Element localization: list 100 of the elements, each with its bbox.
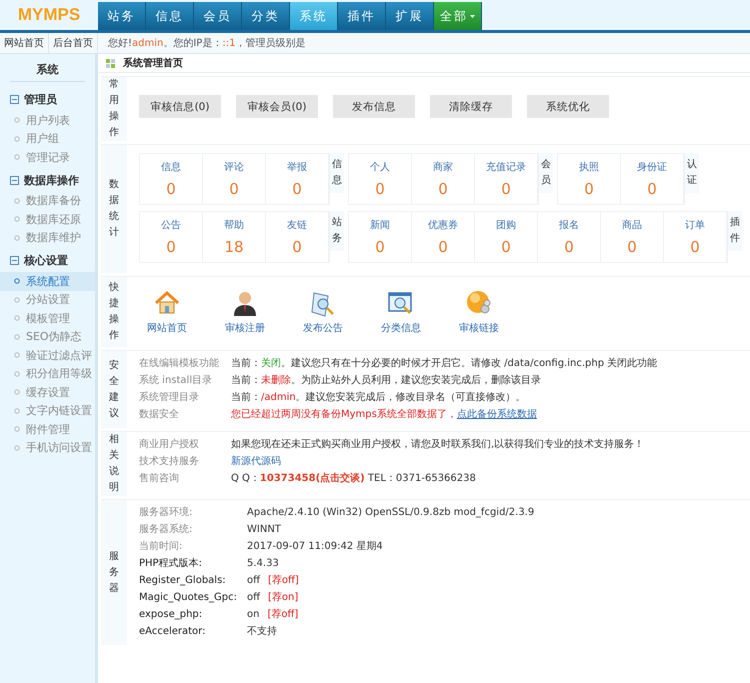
row-value: 当前：未删除。为防止站外人员利用，建议您安装完成后，删除该目录 [231, 374, 541, 388]
stat-value: 0 [501, 238, 511, 256]
row-text: 您已经超过两周没有备份Mymps系统全部数据了， [231, 409, 457, 420]
row-label: Register_Globals: [139, 574, 227, 588]
bullet-icon [14, 408, 20, 414]
row-value: 当前：关闭。建议您只有在十分必要的时候才开启它。请修改 /data/config.inc.php 关闭此功能 [231, 357, 658, 371]
action-button[interactable]: 系统优化 [527, 95, 609, 118]
stat-cell[interactable]: 举报 0 [266, 154, 329, 204]
stat-cell[interactable]: 友链 0 [266, 212, 329, 262]
shortcut-link[interactable]: 发布公告 [303, 289, 343, 335]
backup-link[interactable]: 点此备份系统数据 [456, 409, 537, 420]
row-label: 当前时间: [139, 540, 184, 554]
stat-cell[interactable]: 个人 0 [349, 154, 412, 204]
row-label: 服务器系统: [139, 523, 194, 537]
stat-name: 报名 [559, 218, 579, 232]
stat-value: 0 [292, 238, 302, 256]
sidebar-item[interactable]: 数据库维护 [0, 228, 95, 247]
stat-cell[interactable]: 信息 0 [140, 154, 203, 204]
stat-cell[interactable]: 报名 0 [538, 212, 601, 262]
nav-tab[interactable]: 站务 [98, 2, 146, 30]
sidebar-item[interactable]: SEO伪静态 [0, 328, 95, 346]
person-icon [231, 289, 259, 317]
shortcut-link[interactable]: 分类信息 [381, 289, 421, 335]
row-value: off [荐off] [247, 574, 299, 588]
stat-name: 个人 [370, 161, 390, 174]
stat-name: 新闻 [370, 218, 390, 232]
bullet-icon [14, 389, 20, 396]
stat-cell[interactable]: 帮助 18 [203, 212, 266, 262]
action-button[interactable]: 审核会员(0) [236, 95, 318, 118]
stat-name: 充值记录 [486, 160, 526, 174]
row-label: 系统 install目录 [139, 374, 214, 388]
stat-value: 0 [501, 180, 511, 198]
shortcut-link[interactable]: 网站首页 [147, 289, 187, 335]
stat-cell[interactable]: 公告 0 [140, 212, 203, 262]
bullet-icon [14, 296, 20, 303]
bullet-icon [14, 334, 20, 340]
sidebar-item[interactable]: 数据库备份 [0, 192, 95, 210]
stat-cell[interactable]: 身份证 0 [621, 154, 684, 204]
sidebar-item[interactable]: 管理记录 [0, 148, 95, 166]
stat-name: 订单 [685, 218, 705, 232]
action-button[interactable]: 审核信息(0) [139, 95, 221, 118]
row-label: 售前咨询 [139, 472, 180, 486]
stat-cell[interactable]: 执照 0 [558, 154, 621, 204]
sidebar-item[interactable]: 附件管理 [0, 420, 95, 438]
stat-cell[interactable]: 新闻 0 [349, 212, 412, 262]
stat-value: 0 [438, 238, 448, 256]
sidebar-item[interactable]: 分站设置 [0, 290, 95, 309]
stat-cell[interactable]: 商家 0 [412, 154, 475, 204]
stat-value: 18 [224, 238, 244, 256]
sidebar-item[interactable]: 用户组 [0, 130, 95, 148]
stat-cell[interactable]: 充值记录 0 [475, 154, 538, 204]
quick-link[interactable]: 网站首页 [0, 33, 49, 53]
sidebar-item[interactable]: 验证过滤点评 [0, 346, 95, 364]
stat-value: 0 [627, 238, 637, 256]
stat-value: 0 [292, 180, 302, 198]
bullet-icon [14, 198, 20, 204]
nav-tab[interactable]: 会员 [194, 2, 242, 30]
sidebar-item[interactable]: 模板管理 [0, 309, 95, 328]
stat-cell[interactable]: 评论 0 [203, 154, 266, 204]
nav-tab[interactable]: 插件 [338, 2, 386, 30]
action-button[interactable]: 发布信息 [333, 95, 415, 118]
nav-tab[interactable]: 全部 [434, 2, 482, 30]
bullet-icon [14, 216, 20, 222]
stat-cell[interactable]: 团购 0 [475, 212, 538, 262]
stat-name: 评论 [224, 161, 244, 174]
row-value: WINNT [247, 523, 281, 537]
sidebar-group[interactable]: 管理员 [24, 92, 57, 107]
stat-group-label: 插件 [728, 211, 742, 251]
nav-tab[interactable]: 信息 [146, 2, 194, 30]
shortcut-link[interactable]: 审核链接 [459, 289, 499, 335]
nav-tab[interactable]: 扩展 [386, 2, 434, 30]
nav-tab[interactable]: 分类 [242, 2, 290, 30]
sidebar-title: 系统 [10, 58, 85, 82]
page-title: 系统管理首页 [123, 56, 183, 70]
stat-cell[interactable]: 商品 0 [601, 212, 664, 262]
bullet-icon [14, 117, 20, 124]
stat-value: 0 [647, 180, 657, 198]
sidebar-item[interactable]: 文字内链设置 [0, 402, 95, 420]
sidebar-group[interactable]: 数据库操作 [24, 172, 79, 188]
greeting-text: 您好!admin。您的IP是：::1，管理员级别是 [107, 37, 306, 50]
stat-cell[interactable]: 订单 0 [664, 212, 727, 262]
sidebar-item[interactable]: 缓存设置 [0, 383, 95, 402]
support-link[interactable]: 新源代源码 [231, 456, 281, 467]
stat-value: 0 [564, 238, 574, 256]
quick-link[interactable]: 后台首页 [49, 33, 98, 53]
shortcut-link[interactable]: 审核注册 [225, 289, 265, 335]
row-label: 服务器环境: [139, 506, 194, 520]
sidebar-item[interactable]: 手机访问设置 [0, 438, 95, 457]
row-value: 如果您现在还未正式购买商业用户授权，请您及时联系我们,以获得我们专业的技术支持服务！ [231, 438, 644, 452]
sidebar-item[interactable]: 系统配置 [0, 272, 95, 290]
sidebar-item[interactable]: 用户列表 [0, 111, 95, 130]
stat-cell[interactable]: 优惠券 0 [412, 212, 475, 262]
action-button[interactable]: 清除缓存 [430, 95, 512, 118]
sidebar-item[interactable]: 数据库还原 [0, 210, 95, 228]
stat-group-label: 认证 [685, 153, 699, 193]
row-value: Q Q：10373458(点击交谈) TEL：0371-65366238 [231, 472, 476, 486]
stat-name: 团购 [496, 219, 516, 232]
sidebar-item[interactable]: 积分信用等级 [0, 364, 95, 383]
row-value: 当前：/admin。建议您安装完成后，修改目录名（可直接修改）。 [231, 391, 526, 405]
sidebar-group[interactable]: 核心设置 [24, 253, 68, 268]
